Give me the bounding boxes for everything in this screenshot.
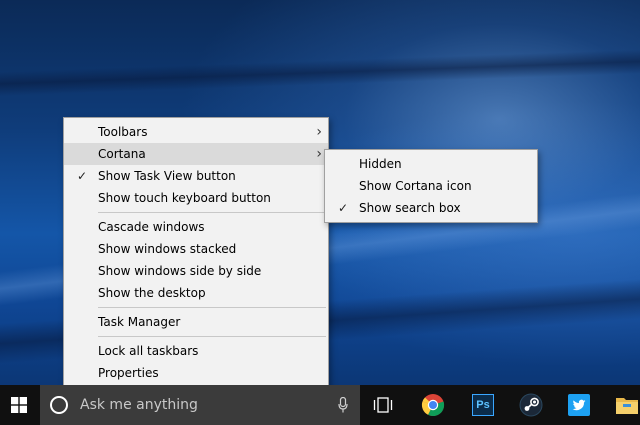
chevron-right-icon: › xyxy=(316,124,322,140)
menu-item-properties[interactable]: Properties xyxy=(64,362,328,384)
menu-item-task-manager[interactable]: Task Manager xyxy=(64,311,328,333)
menu-item-label: Show Task View button xyxy=(98,169,236,183)
menu-item-label: Cascade windows xyxy=(98,220,205,234)
menu-item-label: Show touch keyboard button xyxy=(98,191,271,205)
taskbar: Ask me anything Ps xyxy=(0,385,640,425)
windows-logo-icon xyxy=(11,397,27,413)
menu-item-label: Lock all taskbars xyxy=(98,344,199,358)
photoshop-icon-label: Ps xyxy=(476,399,490,411)
menu-item-label: Hidden xyxy=(359,157,402,171)
menu-item-label: Cortana xyxy=(98,147,146,161)
steam-taskbar-button[interactable] xyxy=(508,385,554,425)
menu-item-show-windows-side-by-side[interactable]: Show windows side by side xyxy=(64,260,328,282)
task-view-button[interactable] xyxy=(360,385,406,425)
checkmark-icon: ✓ xyxy=(77,169,88,183)
menu-item-label: Show Cortana icon xyxy=(359,179,472,193)
cortana-search-box[interactable]: Ask me anything xyxy=(40,385,360,425)
wallpaper-light-beam xyxy=(0,46,640,98)
menu-separator xyxy=(98,336,326,337)
menu-item-cascade-windows[interactable]: Cascade windows xyxy=(64,216,328,238)
search-placeholder: Ask me anything xyxy=(80,397,198,413)
menu-item-label: Show the desktop xyxy=(98,286,206,300)
menu-item-label: Show search box xyxy=(359,201,461,215)
start-button[interactable] xyxy=(0,385,38,425)
steam-icon xyxy=(519,393,543,417)
photoshop-taskbar-button[interactable]: Ps xyxy=(460,385,506,425)
menu-item-label: Task Manager xyxy=(98,315,181,329)
menu-item-label: Properties xyxy=(98,366,159,380)
twitter-taskbar-button[interactable] xyxy=(556,385,602,425)
cortana-submenu: Hidden Show Cortana icon ✓ Show search b… xyxy=(324,149,538,223)
menu-separator xyxy=(98,307,326,308)
submenu-item-hidden[interactable]: Hidden xyxy=(325,153,537,175)
file-explorer-icon xyxy=(616,398,638,414)
menu-item-lock-all-taskbars[interactable]: Lock all taskbars xyxy=(64,340,328,362)
menu-item-label: Show windows stacked xyxy=(98,242,237,256)
menu-separator xyxy=(98,212,326,213)
menu-item-show-the-desktop[interactable]: Show the desktop xyxy=(64,282,328,304)
menu-item-show-windows-stacked[interactable]: Show windows stacked xyxy=(64,238,328,260)
submenu-item-show-cortana-icon[interactable]: Show Cortana icon xyxy=(325,175,537,197)
twitter-icon xyxy=(568,394,590,416)
microphone-icon[interactable] xyxy=(338,397,348,413)
chevron-right-icon: › xyxy=(316,146,322,162)
cortana-icon xyxy=(50,396,68,414)
checkmark-icon: ✓ xyxy=(338,201,349,215)
photoshop-icon: Ps xyxy=(472,394,494,416)
submenu-item-show-search-box[interactable]: ✓ Show search box xyxy=(325,197,537,219)
menu-item-show-task-view-button[interactable]: ✓ Show Task View button xyxy=(64,165,328,187)
menu-item-label: Toolbars xyxy=(98,125,148,139)
menu-item-label: Show windows side by side xyxy=(98,264,262,278)
menu-item-cortana[interactable]: Cortana › xyxy=(64,143,328,165)
taskbar-context-menu: Toolbars › Cortana › ✓ Show Task View bu… xyxy=(63,117,329,389)
chrome-taskbar-button[interactable] xyxy=(410,385,456,425)
chrome-icon xyxy=(421,394,445,417)
file-explorer-taskbar-button[interactable] xyxy=(604,385,640,425)
task-view-icon xyxy=(373,397,393,413)
menu-item-toolbars[interactable]: Toolbars › xyxy=(64,121,328,143)
menu-item-show-touch-keyboard-button[interactable]: Show touch keyboard button xyxy=(64,187,328,209)
